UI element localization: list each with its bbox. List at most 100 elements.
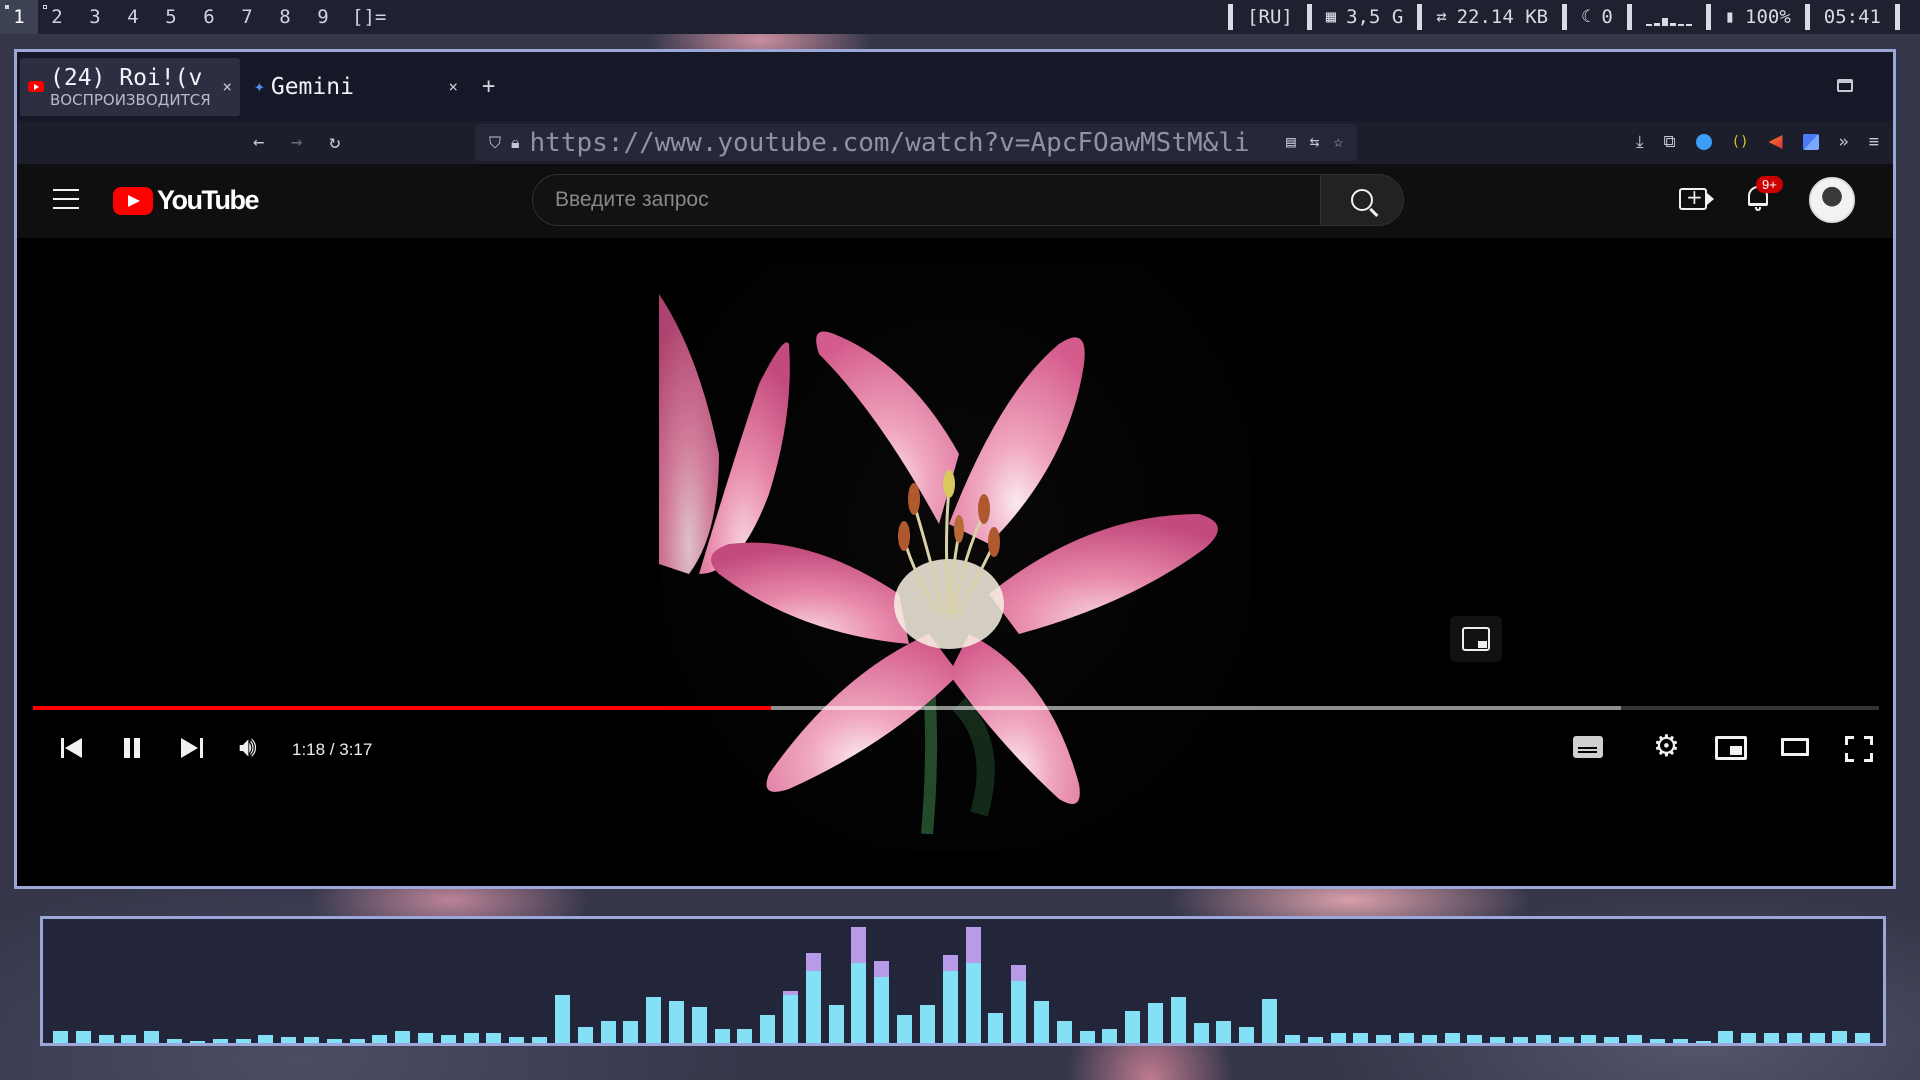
visualizer-bar xyxy=(1672,1039,1688,1043)
workspace-1[interactable]: 1 xyxy=(0,0,38,34)
search-button[interactable] xyxy=(1320,175,1403,225)
status-bar: 1 2 3 4 5 6 7 8 9 []= [RU] ▦ 3,5 G ⇄ 22.14… xyxy=(0,0,1920,34)
workspace-9[interactable]: 9 xyxy=(304,0,342,34)
create-video-icon[interactable] xyxy=(1679,185,1714,210)
workspace-3[interactable]: 3 xyxy=(76,0,114,34)
visualizer-bars xyxy=(53,919,1871,1043)
visualizer-bar xyxy=(1535,1035,1551,1043)
visualizer-bar xyxy=(395,1031,411,1043)
workspace-2[interactable]: 2 xyxy=(38,0,76,34)
pause-button[interactable] xyxy=(121,736,143,760)
workspace-4[interactable]: 4 xyxy=(114,0,152,34)
fullscreen-button[interactable] xyxy=(1845,736,1873,762)
visualizer-bar xyxy=(303,1037,319,1043)
visualizer-bar xyxy=(418,1033,433,1043)
subtitles-icon[interactable] xyxy=(1573,736,1603,758)
progress-bar[interactable] xyxy=(33,706,1879,710)
gear-icon[interactable]: ⚙ xyxy=(1653,732,1680,762)
translate-icon[interactable]: ⇆ xyxy=(1310,132,1320,151)
visualizer-bar xyxy=(167,1039,183,1043)
close-tab-button[interactable]: × xyxy=(448,77,458,96)
visualizer-bar xyxy=(1033,1001,1049,1043)
visualizer-bar xyxy=(1398,1033,1414,1043)
avatar[interactable] xyxy=(1809,177,1855,223)
extension-orange-icon[interactable] xyxy=(1768,135,1783,149)
visualizer-bar xyxy=(897,1015,913,1043)
shield-icon[interactable]: ⛉ xyxy=(489,133,501,153)
notification-badge: 9+ xyxy=(1756,176,1783,193)
visualizer-bar xyxy=(805,953,821,1043)
hamburger-menu-icon[interactable] xyxy=(53,189,79,209)
visualizer-bar xyxy=(258,1035,274,1043)
miniplayer-button[interactable] xyxy=(1715,736,1747,760)
workspace-5[interactable]: 5 xyxy=(152,0,190,34)
theater-mode-button[interactable] xyxy=(1781,738,1809,756)
search-box xyxy=(532,174,1404,226)
separator xyxy=(1705,4,1711,30)
bookmark-star-icon[interactable]: ☆ xyxy=(1333,132,1343,151)
workspace-6[interactable]: 6 xyxy=(190,0,228,34)
visualizer-bar xyxy=(577,1027,593,1043)
extension-blue-icon[interactable] xyxy=(1695,134,1712,150)
visualizer-peak xyxy=(942,955,958,971)
visualizer-bar xyxy=(1011,965,1027,1043)
visualizer-bar xyxy=(1786,1033,1802,1043)
previous-button[interactable] xyxy=(59,736,85,760)
extension-yellow-icon[interactable]: () xyxy=(1732,134,1749,150)
lock-icon[interactable]: 🔒︎ xyxy=(511,133,520,153)
network-arrows-icon: ⇄ xyxy=(1436,7,1447,27)
visualizer-bar xyxy=(1627,1035,1643,1043)
separator xyxy=(1417,4,1423,30)
forward-arrow-icon[interactable]: → xyxy=(291,131,302,153)
visualizer-bar xyxy=(1832,1031,1848,1043)
visualizer-bar xyxy=(942,955,958,1043)
overflow-chevron-icon[interactable]: » xyxy=(1839,132,1849,152)
back-arrow-icon[interactable]: ← xyxy=(253,131,264,153)
reload-icon[interactable]: ↻ xyxy=(329,131,340,153)
tab-youtube[interactable]: (24) Roi!(v ВОСПРОИЗВОДИТСЯ × xyxy=(20,57,240,116)
visualizer-bar xyxy=(1148,1003,1163,1043)
visualizer-bar xyxy=(98,1035,114,1043)
occupied-indicator xyxy=(43,5,47,9)
url-text[interactable]: https://www.youtube.com/watch?v=ApcFOawM… xyxy=(530,128,1255,158)
memory-module: ▦ 3,5 G xyxy=(1325,6,1404,28)
video-player[interactable]: 🔊︎ 1:18 / 3:17 ⚙ xyxy=(17,238,1893,886)
visualizer-bar xyxy=(1558,1037,1574,1043)
miniplayer-overlay-button[interactable] xyxy=(1450,616,1502,662)
visualizer-bar xyxy=(851,927,867,1043)
menu-icon[interactable]: ≡ xyxy=(1869,132,1879,152)
visualizer-bar xyxy=(1125,1011,1141,1043)
time-display: 1:18 / 3:17 xyxy=(292,740,373,759)
youtube-logo[interactable]: YouTube xyxy=(113,185,259,216)
visualizer-bar xyxy=(1193,1023,1209,1043)
new-tab-button[interactable]: + xyxy=(482,74,495,99)
volume-icon[interactable]: 🔊︎ xyxy=(239,732,257,762)
layout-indicator[interactable]: []= xyxy=(352,6,386,28)
visualizer-bar xyxy=(623,1021,639,1043)
tab-bar: (24) Roi!(v ВОСПРОИЗВОДИТСЯ × ✦ Gemini ×… xyxy=(17,52,1893,121)
next-button[interactable] xyxy=(179,736,205,760)
search-input[interactable] xyxy=(533,175,1320,225)
workspace-7[interactable]: 7 xyxy=(228,0,266,34)
network-module: ⇄ 22.14 KB xyxy=(1436,6,1549,28)
miniplayer-icon xyxy=(1462,627,1490,651)
url-bar[interactable]: ⛉ 🔒︎ https://www.youtube.com/watch?v=Apc… xyxy=(475,124,1357,161)
youtube-page: YouTube 9+ xyxy=(17,164,1893,886)
extension-puzzle-icon[interactable]: ⧉ xyxy=(1664,132,1676,152)
visualizer-peak xyxy=(1011,965,1027,981)
visualizer-bar xyxy=(1741,1033,1757,1043)
visualizer-bar xyxy=(737,1029,753,1043)
visualizer-bar xyxy=(691,1007,707,1043)
visualizer-bar xyxy=(1239,1027,1255,1043)
close-tab-button[interactable]: × xyxy=(222,77,232,96)
visualizer-bar xyxy=(1353,1033,1369,1043)
visualizer-bar xyxy=(349,1039,365,1043)
workspace-8[interactable]: 8 xyxy=(266,0,304,34)
window-list-icon[interactable] xyxy=(1837,79,1853,92)
reader-view-icon[interactable]: ▤ xyxy=(1286,132,1296,151)
extension-translator-icon[interactable] xyxy=(1802,134,1819,150)
visualizer-bar xyxy=(144,1031,160,1043)
tab-gemini[interactable]: ✦ Gemini × xyxy=(246,58,466,116)
separator xyxy=(1306,4,1312,30)
download-icon[interactable]: ⤓ xyxy=(1636,132,1644,152)
